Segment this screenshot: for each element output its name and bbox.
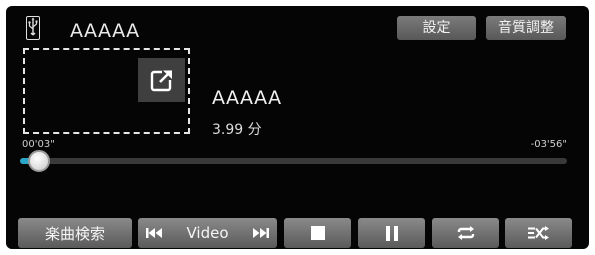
- video-source-button[interactable]: Video: [138, 218, 277, 248]
- source-title: AAAAA: [70, 20, 140, 42]
- repeat-button[interactable]: [432, 218, 499, 248]
- stop-icon: [310, 226, 325, 240]
- seek-bar[interactable]: [20, 150, 567, 172]
- shuffle-button[interactable]: [505, 218, 572, 248]
- media-player-screen: AAAAA 設定 音質調整 AAAAA 3.99 分 00'03" -03'56…: [6, 6, 589, 249]
- seek-handle[interactable]: [28, 150, 51, 172]
- pause-icon: [385, 225, 398, 241]
- art-link-button[interactable]: [138, 58, 185, 102]
- repeat-icon: [455, 226, 477, 240]
- settings-button[interactable]: 設定: [397, 16, 476, 40]
- music-search-button[interactable]: 楽曲検索: [18, 218, 132, 248]
- stop-button[interactable]: [284, 218, 351, 248]
- shuffle-icon: [527, 226, 550, 240]
- previous-track-icon[interactable]: [146, 227, 164, 239]
- video-label: Video: [186, 224, 229, 242]
- usb-icon: [26, 16, 40, 40]
- remaining-time: -03'56": [530, 139, 567, 150]
- elapsed-time: 00'03": [22, 139, 55, 150]
- track-title: AAAAA: [212, 87, 282, 109]
- pause-button[interactable]: [358, 218, 425, 248]
- audio-settings-button[interactable]: 音質調整: [486, 16, 566, 40]
- next-track-icon[interactable]: [251, 227, 269, 239]
- track-length: 3.99 分: [212, 122, 262, 138]
